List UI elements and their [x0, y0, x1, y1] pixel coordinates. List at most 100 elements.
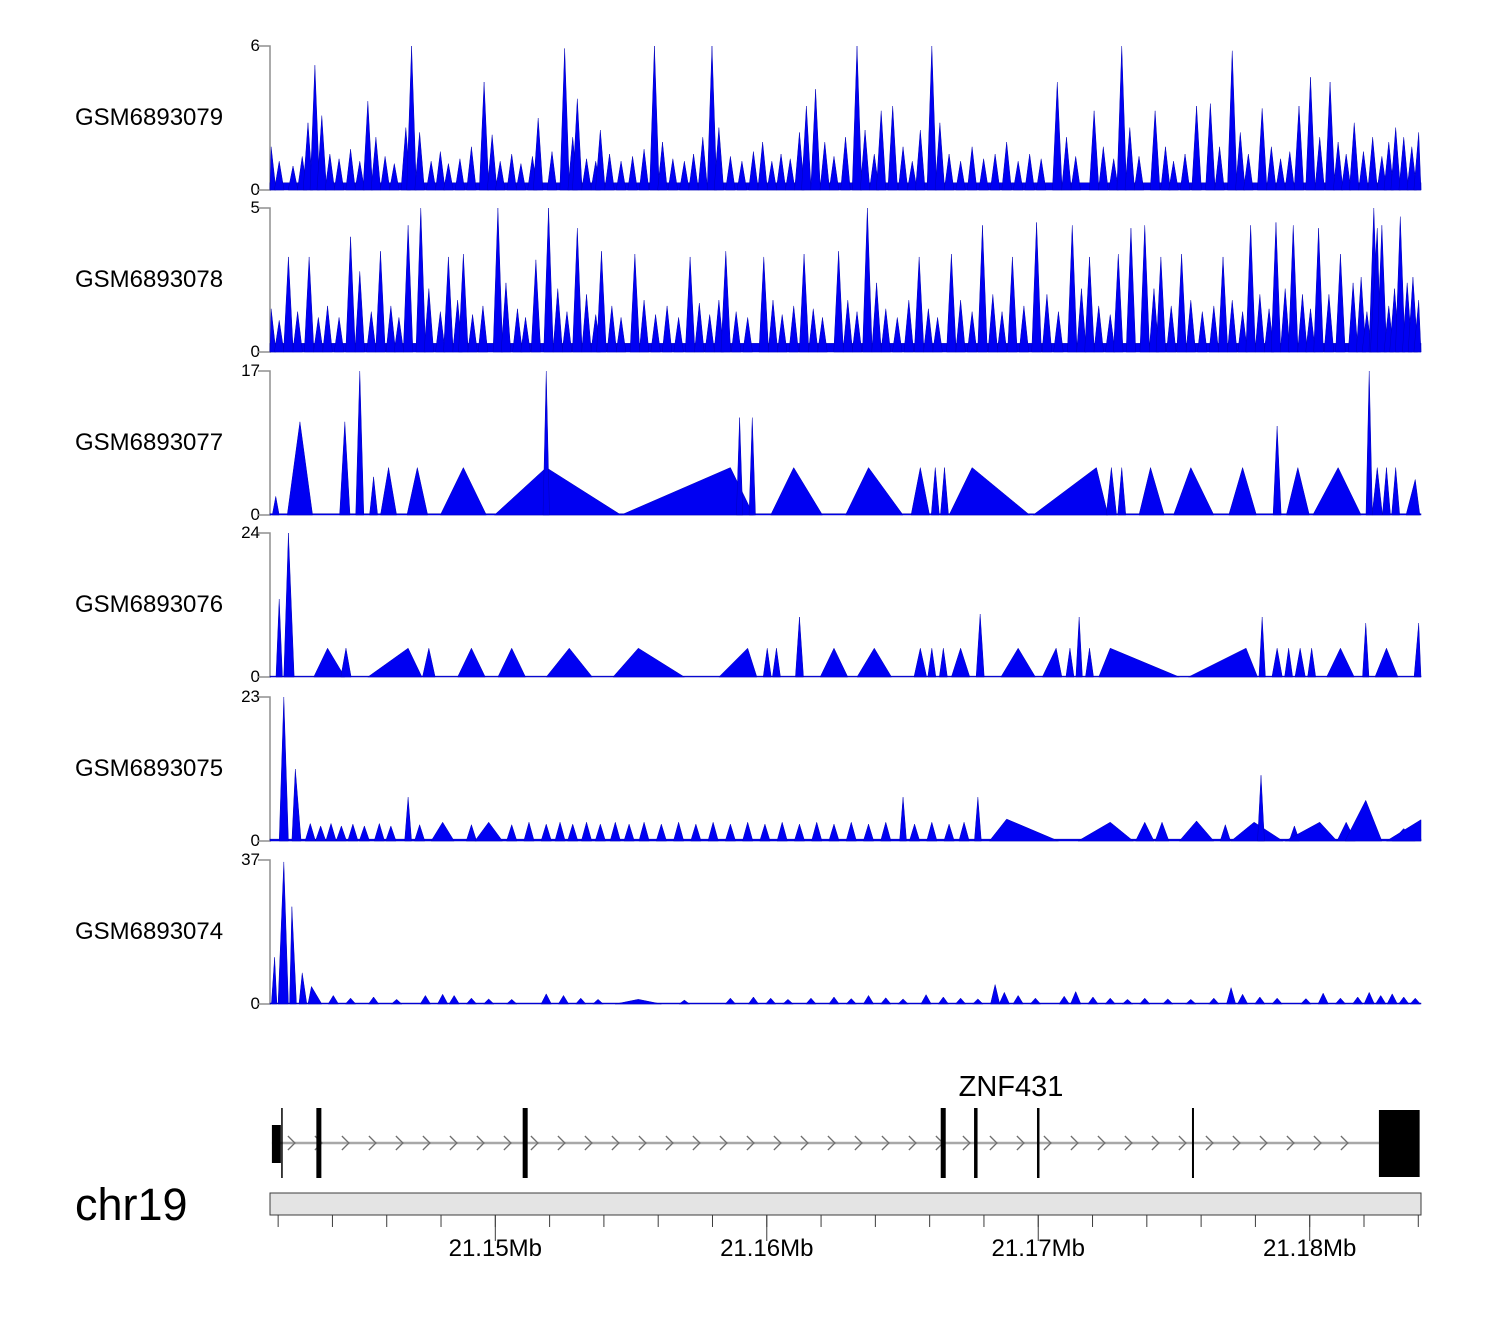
coverage-spike [1255, 997, 1265, 1004]
axis-tick-label: 21.16Mb [720, 1236, 813, 1262]
coverage-spike [1387, 994, 1397, 1004]
coverage-spike [1345, 800, 1382, 841]
coverage-spike [743, 317, 753, 352]
coverage-spike [863, 208, 873, 352]
coverage-spike [1179, 821, 1214, 841]
coverage-spike [1042, 294, 1052, 352]
coverage-spike [860, 130, 870, 190]
coverage-spike [1227, 51, 1237, 190]
coverage-spike [1155, 822, 1169, 841]
coverage-spike [1059, 996, 1069, 1004]
coverage-spike [846, 999, 856, 1004]
coverage-spike [967, 312, 977, 352]
coverage-spike [771, 468, 823, 515]
coverage-spike [389, 164, 399, 190]
coverage-spike [938, 997, 948, 1004]
coverage-spike [955, 998, 965, 1004]
y-axis-bracket [258, 371, 270, 515]
coverage-spike [1136, 822, 1154, 841]
coverage-spike [656, 824, 666, 841]
coverage-spike [475, 822, 503, 841]
coverage-spike [1067, 225, 1077, 352]
coverage-spike [426, 161, 436, 190]
coverage-spike [1052, 82, 1062, 190]
coverage-spike [336, 826, 346, 841]
coverage-spike [1272, 998, 1282, 1004]
coverage-spike [1298, 294, 1308, 352]
coverage-spike [380, 156, 390, 190]
coverage-spike [546, 648, 592, 677]
coverage-spike [493, 208, 503, 352]
coverage-spike [725, 824, 735, 841]
coverage-spike [593, 999, 603, 1004]
coverage-spike [818, 317, 828, 352]
coverage-spike [1062, 137, 1072, 190]
coverage-spike [290, 907, 297, 1004]
coverage-spike [1066, 648, 1074, 677]
coverage-spike [341, 648, 351, 677]
coverage-spike [736, 418, 742, 515]
coverage-spike [597, 251, 607, 352]
coverage-spike [380, 468, 396, 515]
axis-tick-label: 21.18Mb [1263, 1236, 1356, 1262]
coverage-spike [1013, 995, 1023, 1004]
coverage-spike [990, 154, 1000, 190]
coverage-spike [616, 317, 626, 352]
coverage-spike [1246, 225, 1256, 352]
coverage-spike [444, 257, 454, 352]
coverage-spike [915, 130, 925, 190]
coverage-spike [371, 137, 381, 190]
exon-bar [316, 1108, 321, 1178]
coverage-spike [521, 317, 531, 352]
coverage-spike [1273, 426, 1281, 515]
coverage-spike [1226, 988, 1235, 1004]
coverage-spike [1098, 147, 1108, 190]
coverage-spike [458, 648, 486, 677]
coverage-spike [449, 995, 459, 1004]
exon-bar [941, 1108, 946, 1178]
coverage-spike [914, 648, 927, 677]
coverage-spike [314, 648, 345, 677]
coverage-spike [959, 822, 969, 841]
coverage-spike [605, 154, 615, 190]
exon-bar [523, 1108, 528, 1178]
coverage-spike [1071, 156, 1081, 190]
coverage-spike [403, 225, 413, 352]
coverage-spike [507, 154, 517, 190]
coverage-spike [366, 312, 376, 352]
coverage-spike [478, 306, 488, 352]
coverage-spike [898, 147, 908, 190]
coverage-spike [1306, 77, 1316, 190]
coverage-spike [576, 998, 586, 1004]
coverage-spike [1033, 468, 1108, 515]
coverage-spike [725, 998, 735, 1004]
coverage-spike [749, 152, 759, 190]
coverage-spike [914, 257, 924, 352]
coverage-spike [708, 822, 718, 841]
coverage-spike [808, 309, 818, 352]
coverage-spike [1276, 159, 1286, 190]
coverage-spike [931, 468, 939, 515]
coverage-spike [1161, 147, 1171, 190]
coverage-spike [974, 797, 981, 841]
coverage-spike [516, 164, 526, 190]
coverage-spike [806, 998, 816, 1004]
coverage-spike [616, 161, 626, 190]
coverage-spike [1272, 648, 1282, 677]
coverage-spike [679, 1000, 689, 1004]
coverage-spike [846, 468, 904, 515]
coverage-spike [651, 315, 661, 352]
coverage-spike [405, 797, 412, 841]
coverage-spike [558, 995, 568, 1004]
coverage-spike [1218, 257, 1228, 352]
coverage-spike [924, 309, 934, 352]
coverage-spike [698, 137, 708, 190]
coverage-spike [1414, 623, 1421, 677]
coverage-spike [881, 822, 891, 841]
coverage-spike [507, 999, 517, 1004]
coverage-spike [691, 824, 701, 841]
coverage-spike [748, 997, 758, 1004]
coverage-spike [772, 648, 780, 677]
coverage-spike [1348, 283, 1358, 352]
coverage-spike [582, 294, 592, 352]
